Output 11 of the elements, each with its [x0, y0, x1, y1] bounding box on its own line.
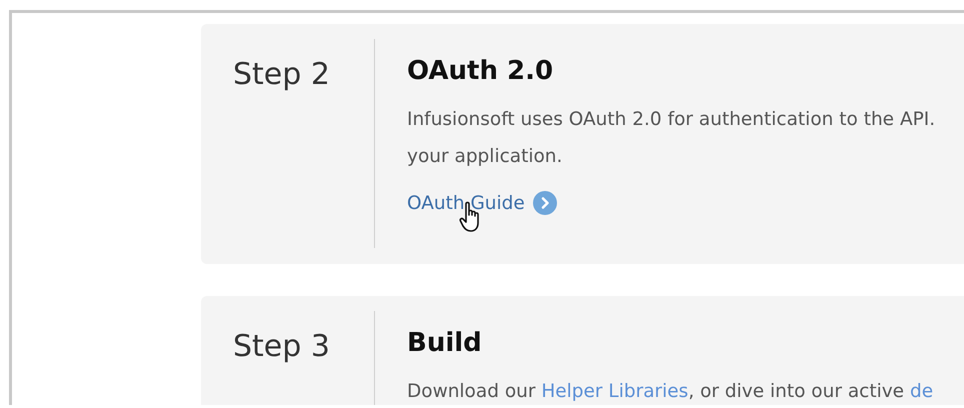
description-text: Infusionsoft uses OAuth 2.0 for authentication to the API.	[407, 108, 936, 132]
guide-link[interactable]: OAuth Guide	[407, 192, 525, 214]
step-title: Build	[407, 327, 483, 358]
text-link[interactable]: Helper Libraries	[541, 381, 688, 402]
text-link[interactable]: de	[910, 381, 934, 402]
step-title: OAuth 2.0	[407, 55, 554, 86]
chevron-right-icon	[532, 191, 557, 215]
step-label: Step 2	[233, 56, 331, 94]
description-text: Download our Helper Libraries, or dive into our active de	[407, 380, 934, 404]
step-label: Step 3	[233, 328, 331, 366]
description-text: your application.	[407, 145, 564, 169]
